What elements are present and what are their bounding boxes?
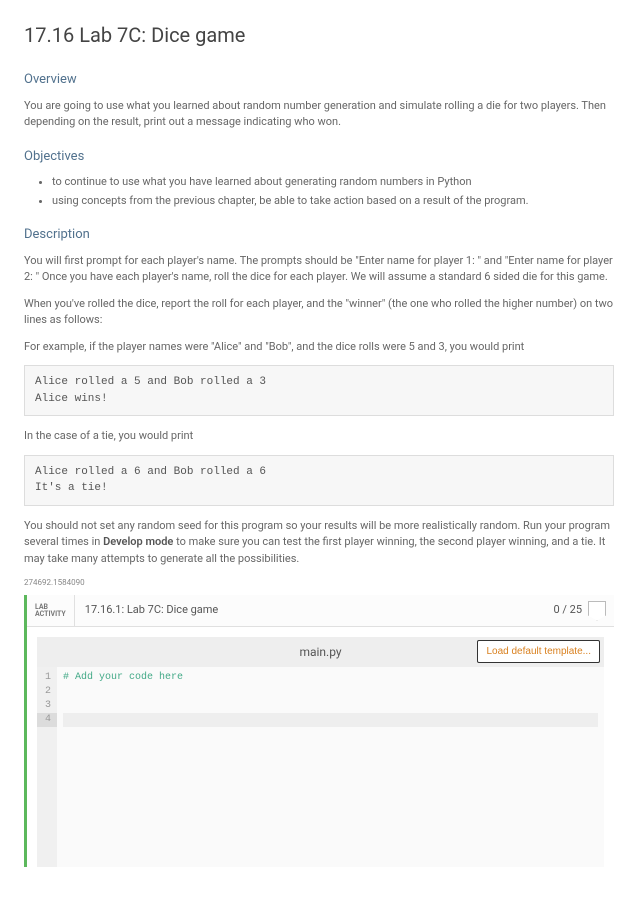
lab-score: 0 / 25 bbox=[553, 602, 588, 619]
list-item: to continue to use what you have learned… bbox=[52, 174, 614, 191]
overview-heading: Overview bbox=[24, 70, 614, 90]
page-title: 17.16 Lab 7C: Dice game bbox=[24, 20, 614, 50]
p5-bold: Develop mode bbox=[103, 535, 173, 548]
line-number: 1 bbox=[41, 671, 51, 685]
description-p3: For example, if the player names were "A… bbox=[24, 339, 614, 356]
code-example-1: Alice rolled a 5 and Bob rolled a 3 Alic… bbox=[24, 365, 614, 416]
list-item: using concepts from the previous chapter… bbox=[52, 193, 614, 210]
description-p5: You should not set any random seed for t… bbox=[24, 518, 614, 568]
description-p4: In the case of a tie, you would print bbox=[24, 428, 614, 445]
content-id: 274692.1584090 bbox=[24, 577, 614, 589]
code-example-2: Alice rolled a 6 and Bob rolled a 6 It's… bbox=[24, 455, 614, 506]
line-number: 2 bbox=[41, 685, 51, 699]
file-bar: main.py Load default template... bbox=[37, 637, 604, 667]
lab-tag-line2: ACTIVITY bbox=[35, 611, 66, 618]
description-p1: You will first prompt for each player's … bbox=[24, 253, 614, 286]
code-editor[interactable]: 1 2 3 4 # Add your code here bbox=[37, 667, 604, 867]
lab-activity-box: LAB ACTIVITY 17.16.1: Lab 7C: Dice game … bbox=[24, 595, 614, 867]
score-shield-icon bbox=[588, 601, 606, 621]
code-area[interactable]: # Add your code here bbox=[57, 667, 604, 867]
objectives-heading: Objectives bbox=[24, 147, 614, 167]
load-default-template-button[interactable]: Load default template... bbox=[477, 640, 600, 663]
lab-header: LAB ACTIVITY 17.16.1: Lab 7C: Dice game … bbox=[27, 595, 614, 627]
lab-title: 17.16.1: Lab 7C: Dice game bbox=[75, 602, 219, 619]
lab-tag: LAB ACTIVITY bbox=[27, 595, 75, 626]
description-heading: Description bbox=[24, 225, 614, 245]
code-line: # Add your code here bbox=[63, 672, 183, 683]
overview-text: You are going to use what you learned ab… bbox=[24, 98, 614, 131]
description-p2: When you've rolled the dice, report the … bbox=[24, 296, 614, 329]
line-number: 3 bbox=[41, 699, 51, 713]
editor-gutter: 1 2 3 4 bbox=[37, 667, 57, 867]
line-number: 4 bbox=[37, 713, 57, 727]
cursor-line bbox=[63, 713, 598, 727]
objectives-list: to continue to use what you have learned… bbox=[24, 174, 614, 209]
